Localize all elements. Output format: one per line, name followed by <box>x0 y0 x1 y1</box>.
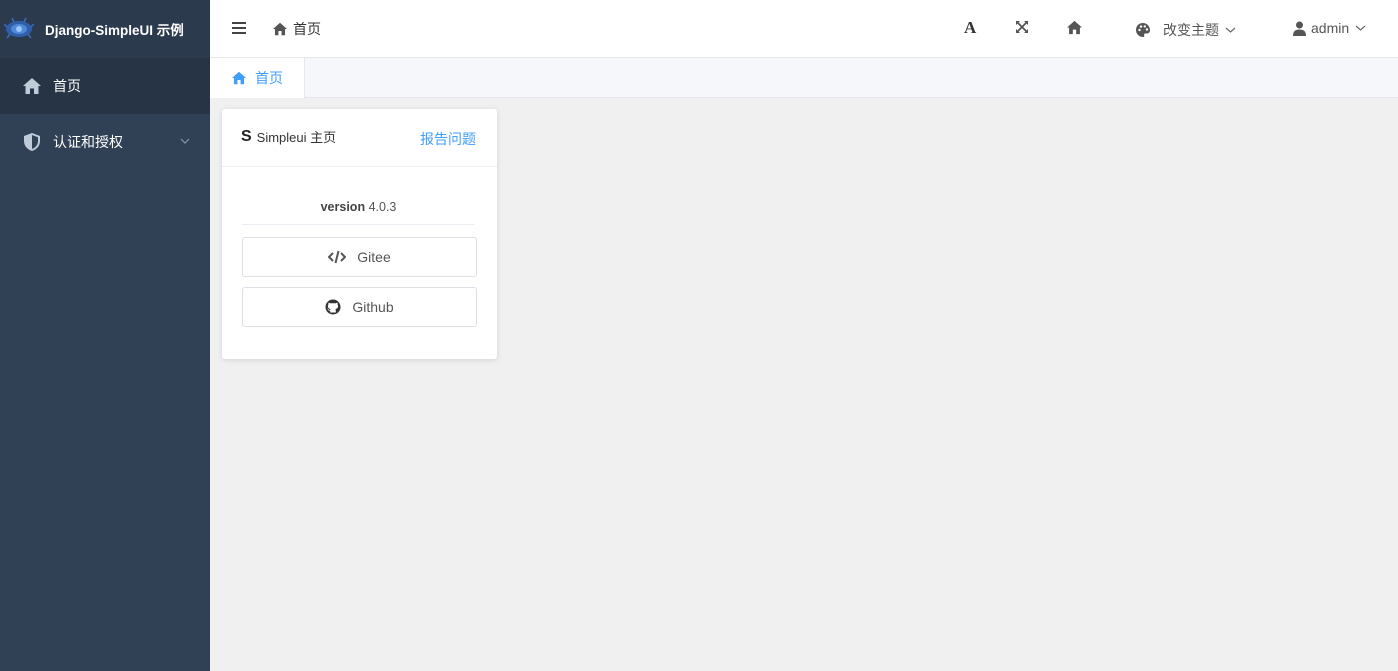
user-label: admin <box>1311 20 1350 36</box>
sidebar-item-label: 首页 <box>53 78 81 94</box>
home-icon <box>232 71 246 85</box>
card-header: S Simpleui 主页 报告问题 <box>222 109 497 167</box>
version-value: 4.0.3 <box>368 200 397 214</box>
chevron-down-icon <box>1355 25 1366 31</box>
chevron-down-icon <box>1225 27 1236 33</box>
gitee-button[interactable]: Gitee <box>242 237 477 277</box>
home-icon <box>273 22 287 36</box>
tab-label: 首页 <box>255 70 283 86</box>
breadcrumb-label: 首页 <box>293 21 321 37</box>
version-info: version 4.0.3 <box>242 200 475 225</box>
shield-icon <box>22 132 42 152</box>
hamburger-menu-icon[interactable] <box>232 21 246 35</box>
code-icon <box>328 250 347 264</box>
simpleui-s-logo: S <box>241 127 252 145</box>
home-button[interactable] <box>1066 20 1083 35</box>
report-issue-link[interactable]: 报告问题 <box>420 129 476 149</box>
top-header: 首页 A 改变主题 admin <box>210 0 1398 58</box>
breadcrumb[interactable]: 首页 <box>272 19 321 39</box>
simpleui-info-card: S Simpleui 主页 报告问题 version 4.0.3 Gitee G… <box>222 109 497 359</box>
card-title-text: Simpleui 主页 <box>256 130 337 145</box>
palette-icon <box>1136 23 1150 37</box>
version-key: version <box>320 200 366 214</box>
chevron-down-icon <box>180 138 190 144</box>
user-dropdown[interactable]: admin <box>1293 20 1366 36</box>
card-title: S Simpleui 主页 <box>241 127 336 146</box>
home-icon <box>22 76 42 96</box>
simpleui-logo-icon <box>4 17 34 39</box>
theme-dropdown[interactable]: 改变主题 <box>1135 20 1236 40</box>
tab-bar: 首页 <box>210 58 1398 98</box>
fullscreen-button[interactable] <box>1015 20 1029 34</box>
sidebar-item-label: 认证和授权 <box>53 134 123 150</box>
github-button[interactable]: Github <box>242 287 477 327</box>
theme-label: 改变主题 <box>1163 22 1219 38</box>
gitee-label: Gitee <box>357 249 391 265</box>
font-size-button[interactable]: A <box>964 18 976 38</box>
sidebar-item-auth[interactable]: 认证和授权 <box>0 114 210 170</box>
github-icon <box>325 299 341 315</box>
sidebar: Django-SimpleUI 示例 首页 认证和授权 <box>0 0 210 671</box>
home-icon <box>1067 20 1082 35</box>
sidebar-item-home[interactable]: 首页 <box>0 58 210 114</box>
tab-home[interactable]: 首页 <box>210 58 305 98</box>
fullscreen-icon <box>1016 21 1028 33</box>
brand-title: Django-SimpleUI 示例 <box>45 23 184 38</box>
brand[interactable]: Django-SimpleUI 示例 <box>0 0 210 58</box>
user-icon <box>1293 21 1306 36</box>
github-label: Github <box>352 299 394 315</box>
